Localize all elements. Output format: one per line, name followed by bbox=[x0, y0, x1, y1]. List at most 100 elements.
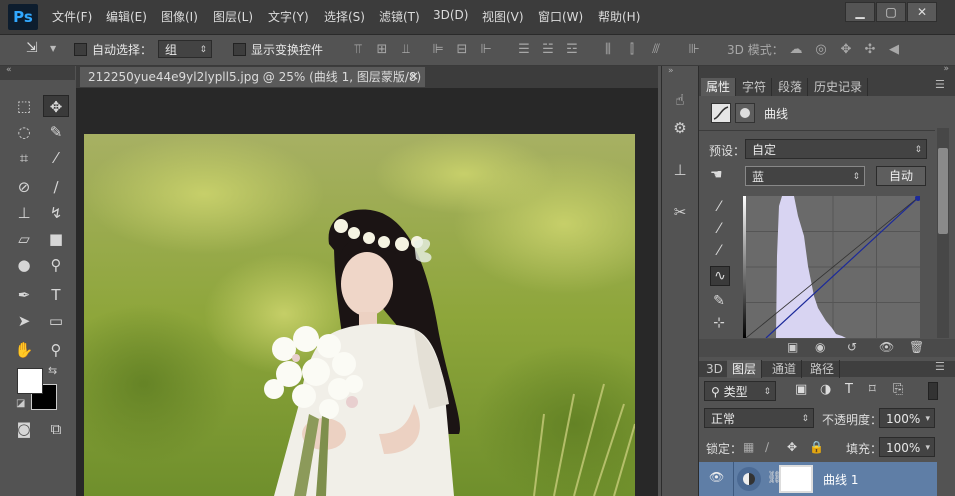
curve-edit-icon[interactable]: ∿ bbox=[710, 266, 730, 286]
quick-mask-icon[interactable]: ◙ bbox=[11, 418, 37, 440]
eyedropper-tool-icon[interactable]: ⁄ bbox=[43, 147, 69, 169]
filter-pixel-icon[interactable]: ▣ bbox=[795, 382, 807, 397]
filter-type-icon[interactable]: T bbox=[845, 382, 853, 397]
tab-character[interactable]: 字符 bbox=[737, 78, 773, 96]
3d-roll-icon[interactable]: ◎ bbox=[813, 42, 829, 58]
smooth-curve-icon[interactable]: ⊹ bbox=[710, 314, 728, 332]
close-window-button[interactable]: ✕ bbox=[907, 2, 937, 22]
channel-dropdown[interactable]: 蓝 ⇕ bbox=[745, 166, 865, 186]
pen-tool-icon[interactable]: ✒ bbox=[11, 284, 37, 306]
panel-menu-icon[interactable]: ☰ bbox=[935, 78, 945, 91]
menu-image[interactable]: 图像(I) bbox=[161, 8, 198, 25]
chevron-down-icon[interactable]: ▼ bbox=[50, 44, 56, 53]
tab-properties[interactable]: 属性 bbox=[701, 78, 737, 96]
visibility-eye-icon[interactable]: 👁 bbox=[879, 340, 894, 354]
preset-dropdown[interactable]: 自定 ⇕ bbox=[745, 139, 927, 159]
auto-select-dropdown[interactable]: 组 ⇕ bbox=[158, 40, 212, 58]
layer-filter-dropdown[interactable]: ⚲ 类型 ⇕ bbox=[704, 381, 776, 401]
menu-type[interactable]: 文字(Y) bbox=[268, 8, 309, 25]
3d-pan-icon[interactable]: ✥ bbox=[838, 42, 854, 58]
foreground-color-swatch[interactable] bbox=[17, 368, 43, 394]
menu-layer[interactable]: 图层(L) bbox=[213, 8, 253, 25]
photo-canvas[interactable] bbox=[84, 134, 635, 496]
align-bottom-icon[interactable]: ⫫ bbox=[398, 42, 414, 58]
view-previous-icon[interactable]: ◉ bbox=[815, 340, 825, 354]
auto-button[interactable]: 自动 bbox=[876, 166, 926, 186]
minimize-button[interactable]: ▁ bbox=[845, 2, 875, 22]
3d-orbit-icon[interactable]: ☁ bbox=[788, 42, 804, 58]
close-document-icon[interactable]: × bbox=[409, 69, 419, 83]
curves-adjustment-icon[interactable] bbox=[711, 103, 731, 123]
expand-arrows-icon[interactable]: » bbox=[668, 66, 674, 76]
dodge-tool-icon[interactable]: ⚲ bbox=[43, 254, 69, 276]
gradient-tool-icon[interactable]: ■ bbox=[43, 228, 69, 250]
lock-pixels-icon[interactable]: ∕ bbox=[765, 440, 769, 454]
lock-position-icon[interactable]: ✥ bbox=[787, 440, 797, 454]
gesture-tool-icon[interactable]: ☝ bbox=[670, 90, 690, 110]
mask-icon[interactable] bbox=[735, 103, 755, 123]
white-point-eyedropper-icon[interactable]: ⁄ bbox=[710, 242, 728, 260]
rectangle-tool-icon[interactable]: ▭ bbox=[43, 310, 69, 332]
clone-source-icon[interactable]: ⊥ bbox=[670, 160, 690, 180]
menu-file[interactable]: 文件(F) bbox=[52, 8, 92, 25]
menu-3d[interactable]: 3D(D) bbox=[433, 8, 468, 22]
delete-trash-icon[interactable]: 🗑 bbox=[909, 340, 924, 354]
move-tool-preset-icon[interactable]: ⇲ bbox=[26, 40, 38, 56]
targeted-adjust-hand-icon[interactable]: ☚ bbox=[710, 167, 723, 183]
auto-select-checkbox[interactable] bbox=[74, 43, 87, 56]
black-point-eyedropper-icon[interactable]: ⁄ bbox=[710, 198, 728, 216]
tab-3d[interactable]: 3D bbox=[701, 360, 729, 378]
default-colors-icon[interactable]: ◪ bbox=[16, 398, 25, 409]
align-left-icon[interactable]: ⊫ bbox=[430, 42, 446, 58]
eraser-tool-icon[interactable]: ▱ bbox=[11, 228, 37, 250]
distribute-hcenter-icon[interactable]: ⫿ bbox=[624, 42, 640, 58]
lock-transparent-icon[interactable]: ▦ bbox=[743, 440, 754, 454]
filter-toggle[interactable] bbox=[928, 382, 938, 400]
filter-shape-icon[interactable]: ⌑ bbox=[869, 382, 876, 397]
gray-point-eyedropper-icon[interactable]: ⁄ bbox=[710, 220, 728, 238]
collapse-panel-icon[interactable]: » bbox=[943, 64, 949, 74]
distribute-vcenter-icon[interactable]: ☱ bbox=[540, 42, 556, 58]
type-tool-icon[interactable]: T bbox=[43, 284, 69, 306]
tab-channels[interactable]: 通道 bbox=[767, 360, 803, 378]
panel-menu-icon[interactable]: ☰ bbox=[935, 360, 945, 373]
filter-adjustment-icon[interactable]: ◑ bbox=[820, 382, 831, 397]
align-right-icon[interactable]: ⊩ bbox=[478, 42, 494, 58]
distribute-left-icon[interactable]: ⫼ bbox=[600, 42, 616, 58]
show-transform-checkbox[interactable] bbox=[233, 43, 246, 56]
distribute-right-icon[interactable]: ⫻ bbox=[648, 42, 664, 58]
menu-window[interactable]: 窗口(W) bbox=[538, 8, 583, 25]
clone-stamp-tool-icon[interactable]: ⊥ bbox=[11, 202, 37, 224]
crop-tool-icon[interactable]: ⌗ bbox=[11, 147, 37, 169]
3d-slide-icon[interactable]: ✣ bbox=[862, 42, 878, 58]
pencil-draw-icon[interactable]: ✎ bbox=[710, 292, 728, 310]
layer-row-curves[interactable]: 👁 ⛓ 曲线 1 bbox=[699, 462, 937, 496]
menu-filter[interactable]: 滤镜(T) bbox=[379, 8, 420, 25]
3d-scale-icon[interactable]: ◀ bbox=[886, 42, 902, 58]
auto-align-icon[interactable]: ⊪ bbox=[686, 42, 702, 58]
brush-settings-icon[interactable]: ✂ bbox=[670, 202, 690, 222]
menu-view[interactable]: 视图(V) bbox=[482, 8, 524, 25]
marquee-tool-icon[interactable]: ⬚ bbox=[11, 95, 37, 117]
align-hcenter-icon[interactable]: ⊟ bbox=[454, 42, 470, 58]
zoom-tool-icon[interactable]: ⚲ bbox=[43, 339, 69, 361]
layer-visibility-eye-icon[interactable]: 👁 bbox=[709, 470, 724, 484]
distribute-bottom-icon[interactable]: ☲ bbox=[564, 42, 580, 58]
history-brush-tool-icon[interactable]: ↯ bbox=[43, 202, 69, 224]
healing-brush-tool-icon[interactable]: ⊘ bbox=[11, 176, 37, 198]
curves-graph[interactable] bbox=[745, 195, 921, 339]
maximize-button[interactable]: ▢ bbox=[876, 2, 906, 22]
menu-edit[interactable]: 编辑(E) bbox=[106, 8, 147, 25]
menu-select[interactable]: 选择(S) bbox=[324, 8, 365, 25]
tab-layers[interactable]: 图层 bbox=[727, 360, 763, 378]
path-select-tool-icon[interactable]: ➤ bbox=[11, 310, 37, 332]
quick-select-tool-icon[interactable]: ✎ bbox=[43, 121, 69, 143]
lock-all-icon[interactable]: 🔒 bbox=[809, 440, 824, 454]
blend-mode-dropdown[interactable]: 正常 ⇕ bbox=[704, 408, 814, 428]
blur-tool-icon[interactable]: ● bbox=[11, 254, 37, 276]
tool-presets-icon[interactable]: ⚙ bbox=[670, 118, 690, 138]
tab-paths[interactable]: 路径 bbox=[805, 360, 841, 378]
clip-to-layer-icon[interactable]: ▣ bbox=[787, 340, 798, 354]
scrollbar-thumb[interactable] bbox=[938, 148, 948, 234]
screen-mode-icon[interactable]: ⧉ bbox=[43, 418, 69, 440]
